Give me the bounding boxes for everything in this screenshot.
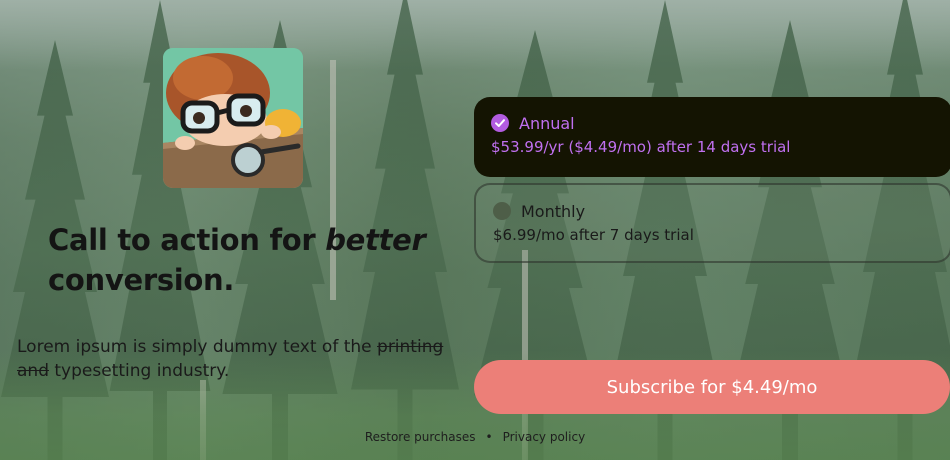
plan-option-annual[interactable]: Annual $53.99/yr ($4.49/mo) after 14 day…	[474, 97, 950, 177]
plan-option-monthly[interactable]: Monthly $6.99/mo after 7 days trial	[474, 183, 950, 263]
plan-name: Annual	[519, 113, 575, 133]
app-icon	[163, 48, 303, 188]
body-text-end: typesetting industry.	[48, 361, 230, 381]
footer-separator: •	[485, 430, 493, 444]
background-sky	[0, 0, 950, 70]
headline: Call to action for better conversion.	[48, 220, 448, 300]
plan-name: Monthly	[521, 201, 586, 221]
body-text: Lorem ipsum is simply dummy text of the …	[17, 335, 467, 383]
kid-with-magnifier-icon	[163, 48, 303, 188]
plan-price: $6.99/mo after 7 days trial	[493, 226, 694, 244]
checkmark-circle-icon	[491, 114, 509, 132]
radio-circle-icon	[493, 202, 511, 220]
body-text-start: Lorem ipsum is simply dummy text of the	[17, 337, 378, 357]
headline-emphasis: better	[325, 223, 426, 257]
footer-links: Restore purchases • Privacy policy	[0, 430, 950, 444]
subscribe-button[interactable]: Subscribe for $4.49/mo	[474, 360, 950, 414]
headline-part1: Call to action for	[48, 223, 326, 257]
restore-purchases-link[interactable]: Restore purchases	[365, 430, 476, 444]
privacy-policy-link[interactable]: Privacy policy	[503, 430, 586, 444]
plan-price: $53.99/yr ($4.49/mo) after 14 days trial	[491, 138, 791, 156]
headline-part2: conversion.	[48, 263, 235, 297]
